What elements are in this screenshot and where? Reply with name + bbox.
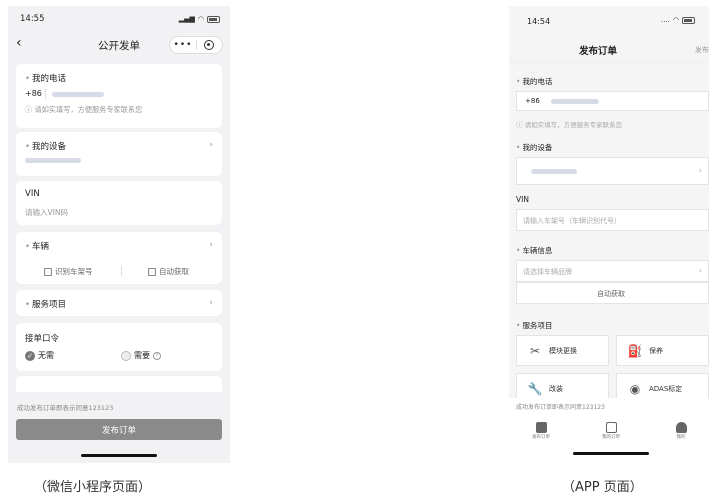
brand-placeholder: 请选择车辆品牌 (523, 268, 572, 276)
service-card[interactable]: • 服务项目 › (16, 290, 222, 316)
chevron-right-icon: › (209, 298, 213, 308)
mini-program-screen: 14:55 ▂▄▆ ◠ ‹ 公开发单 ••• • 我的电话 +86 ⓘ 请如实填写… (8, 6, 230, 463)
device-value (531, 169, 577, 174)
phone-card: • 我的电话 +86 ⓘ 请如实填写，方便服务专家联系您 (16, 64, 222, 128)
phone-number-value (551, 99, 599, 104)
device-field[interactable]: › (516, 157, 709, 185)
phone-label: • 我的电话 (516, 77, 553, 86)
brand-select[interactable]: 请选择车辆品牌 › (516, 260, 709, 282)
mini-program-capsule: ••• (169, 36, 223, 54)
chevron-right-icon: › (209, 140, 213, 150)
auto-fetch-button[interactable]: 自动获取 (148, 266, 189, 277)
status-bar: 14:55 ▂▄▆ ◠ (8, 6, 230, 32)
home-indicator (81, 454, 157, 457)
check-icon: ✓ (25, 350, 35, 361)
edit-icon (535, 422, 547, 433)
vin-label: VIN (516, 195, 529, 204)
more-icon[interactable]: ••• (170, 40, 196, 50)
tools-icon: ✂ (529, 343, 541, 358)
adas-icon: ◉ (629, 381, 641, 396)
document-icon (605, 422, 617, 433)
close-miniprogram-button[interactable] (197, 40, 222, 50)
prefix-divider (45, 89, 46, 99)
phone-hint: ⓘ 请如实填写，方便服务专家联系您 (25, 105, 143, 114)
nav-bar: ‹ 公开发单 ••• (8, 32, 230, 58)
oil-can-icon: ⛽ (627, 343, 643, 358)
user-icon (675, 422, 687, 433)
edit-icon (148, 267, 156, 276)
target-icon (204, 40, 215, 50)
vehicle-label: • 车辆信息 (516, 246, 553, 255)
battery-icon (682, 16, 695, 24)
order-code-card: 接单口令 ✓ 无需 需要? (16, 323, 222, 371)
nav-bar: 发布订单 发布 (509, 36, 709, 63)
device-value (25, 158, 81, 163)
wifi-icon: ◠ (197, 15, 204, 23)
wrench-icon: 🔧 (527, 381, 543, 396)
vehicle-label: • 车辆 (25, 242, 50, 252)
status-time: 14:55 (20, 14, 45, 24)
home-indicator (573, 452, 649, 455)
device-card[interactable]: • 我的设备 › (16, 132, 222, 176)
phone-hint: ⓘ 请如实填写，方便服务专家联系您 (516, 121, 623, 129)
footer: 成功发布订单即表示同意123123 发布订单 (8, 392, 230, 463)
chevron-right-icon: › (698, 266, 702, 275)
radio-need[interactable]: 需要? (121, 350, 161, 361)
submit-order-button[interactable]: 发布订单 (16, 419, 222, 440)
caption-mini-program: （微信小程序页面） (34, 480, 152, 495)
phone-number-field[interactable] (52, 92, 104, 97)
signal-icon: .... (660, 16, 670, 24)
auto-fetch-label: 自动获取 (597, 290, 625, 298)
help-icon[interactable]: ? (153, 351, 161, 360)
vin-label: VIN (25, 189, 40, 199)
publish-button[interactable]: 发布 (695, 45, 709, 55)
caption-app: （APP 页面） (562, 480, 643, 495)
tab-my-orders[interactable]: 我的订单 (591, 422, 631, 440)
service-label: • 服务项目 (25, 300, 67, 310)
app-screen: 14:54 .... ◠ 发布订单 发布 • 我的电话 +86 ⓘ 请如实填写，方… (509, 6, 709, 463)
status-time: 14:54 (527, 16, 551, 26)
order-code-label: 接单口令 (25, 334, 60, 344)
device-label: • 我的设备 (25, 142, 67, 152)
phone-label: • 我的电话 (25, 74, 67, 84)
wifi-icon: ◠ (672, 16, 679, 24)
status-icons: ▂▄▆ ◠ (179, 15, 220, 23)
chevron-right-icon[interactable]: › (209, 240, 213, 250)
status-icons: .... ◠ (661, 16, 695, 24)
tab-publish-order[interactable]: 发布订单 (521, 422, 561, 440)
scan-plate-button[interactable]: 识别车架号 (44, 266, 93, 277)
auto-fetch-button[interactable]: 自动获取 (516, 282, 709, 304)
status-bar: 14:54 .... ◠ (509, 6, 709, 36)
vehicle-card: • 车辆 › 识别车架号 自动获取 (16, 232, 222, 284)
radio-no-need[interactable]: ✓ 无需 (25, 350, 54, 361)
device-label: • 我的设备 (516, 143, 553, 152)
phone-field[interactable]: +86 (516, 91, 709, 111)
service-maintenance[interactable]: ⛽ 保养 (616, 335, 709, 366)
vin-input[interactable]: 请输入VIN码 (25, 207, 68, 218)
agreement-text: 成功发布订单即表示同意123123 (516, 404, 605, 411)
battery-icon (207, 15, 220, 23)
footer: 成功发布订单即表示同意123123 发布订单 我的订单 我的 (509, 398, 709, 463)
scan-icon (44, 267, 52, 276)
agreement-text: 成功发布订单即表示同意123123 (17, 404, 114, 412)
page-title: 发布订单 (579, 46, 618, 57)
vin-field[interactable]: 请输入车架号（车辆识别代号） (516, 209, 709, 231)
signal-icon: ▂▄▆ (178, 15, 195, 23)
tab-me[interactable]: 我的 (661, 422, 701, 440)
vin-card: VIN 请输入VIN码 (16, 181, 222, 225)
service-label: • 服务项目 (516, 321, 553, 330)
phone-prefix[interactable]: +86 (25, 89, 42, 98)
chevron-right-icon: › (698, 166, 702, 175)
radio-empty-icon (121, 350, 131, 361)
service-module-replace[interactable]: ✂ 模块更换 (516, 335, 609, 366)
comparison-stage: 14:55 ▂▄▆ ◠ ‹ 公开发单 ••• • 我的电话 +86 ⓘ 请如实填写… (0, 0, 709, 497)
button-divider (121, 266, 122, 276)
phone-prefix: +86 (525, 97, 540, 105)
form-body: • 我的电话 +86 ⓘ 请如实填写，方便服务专家联系您 • 我的设备 › VIN … (509, 63, 709, 404)
vin-input-placeholder: 请输入车架号（车辆识别代号） (523, 217, 621, 225)
